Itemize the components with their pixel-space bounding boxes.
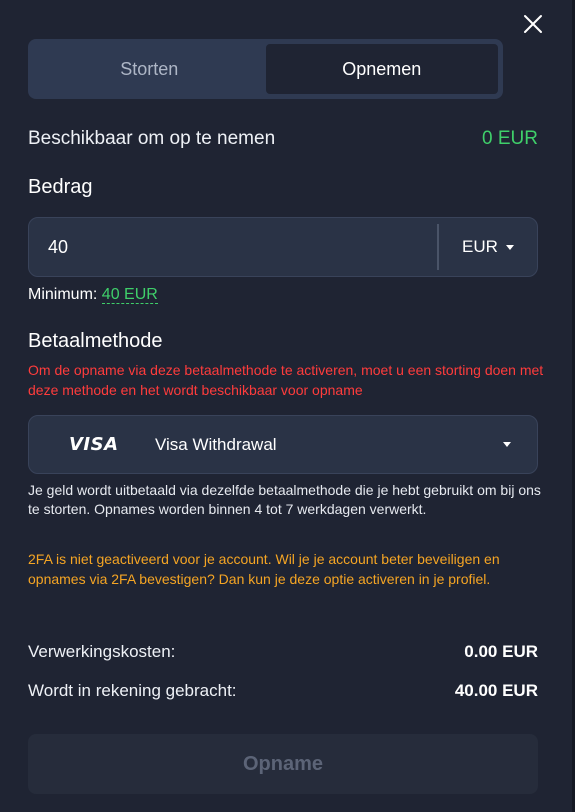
visa-logo-icon: VISA xyxy=(69,434,119,455)
chevron-down-icon xyxy=(503,442,511,447)
minimum-value: 40 EUR xyxy=(101,286,158,304)
payment-method-heading: Betaalmethode xyxy=(28,330,163,352)
close-icon xyxy=(524,15,542,33)
processing-fee-row: Verwerkingskosten: 0.00 EUR xyxy=(28,642,538,662)
amount-input[interactable] xyxy=(29,217,437,277)
twofa-warning: 2FA is niet geactiveerd voor je account.… xyxy=(28,551,500,587)
payment-method-select[interactable]: VISA Visa Withdrawal xyxy=(28,415,538,474)
credited-amount-value: 40.00 EUR xyxy=(454,681,538,700)
processing-fee-label: Verwerkingskosten: xyxy=(28,642,176,661)
available-label: Beschikbaar om op te nemen xyxy=(28,128,276,149)
processing-fee-value: 0.00 EUR xyxy=(464,642,538,661)
available-row: Beschikbaar om op te nemen 0 EUR xyxy=(28,128,538,150)
tab-deposit[interactable]: Storten xyxy=(33,44,266,94)
close-button[interactable] xyxy=(521,12,545,36)
withdraw-submit-button[interactable]: Opname xyxy=(28,734,538,794)
minimum-amount: Minimum: 40 EUR xyxy=(28,286,158,304)
tab-bar: Storten Opnemen xyxy=(28,39,503,99)
payment-method-name: Visa Withdrawal xyxy=(155,434,277,454)
payment-method-warning: Om de opname via deze betaalmethode te a… xyxy=(28,362,544,398)
tab-withdraw[interactable]: Opnemen xyxy=(265,44,498,94)
currency-label: EUR xyxy=(462,237,498,256)
amount-heading: Bedrag xyxy=(28,176,93,198)
payout-info-text: Je geld wordt uitbetaald via dezelfde be… xyxy=(28,482,541,517)
available-value: 0 EUR xyxy=(482,128,538,149)
credited-amount-label: Wordt in rekening gebracht: xyxy=(28,681,237,700)
minimum-label: Minimum: xyxy=(28,286,98,303)
currency-select[interactable]: EUR xyxy=(439,218,537,276)
withdraw-modal: Storten Opnemen Beschikbaar om op te nem… xyxy=(0,0,575,812)
credited-amount-row: Wordt in rekening gebracht: 40.00 EUR xyxy=(28,681,538,701)
caret-down-icon xyxy=(505,244,514,250)
amount-field-box: EUR xyxy=(28,217,538,277)
